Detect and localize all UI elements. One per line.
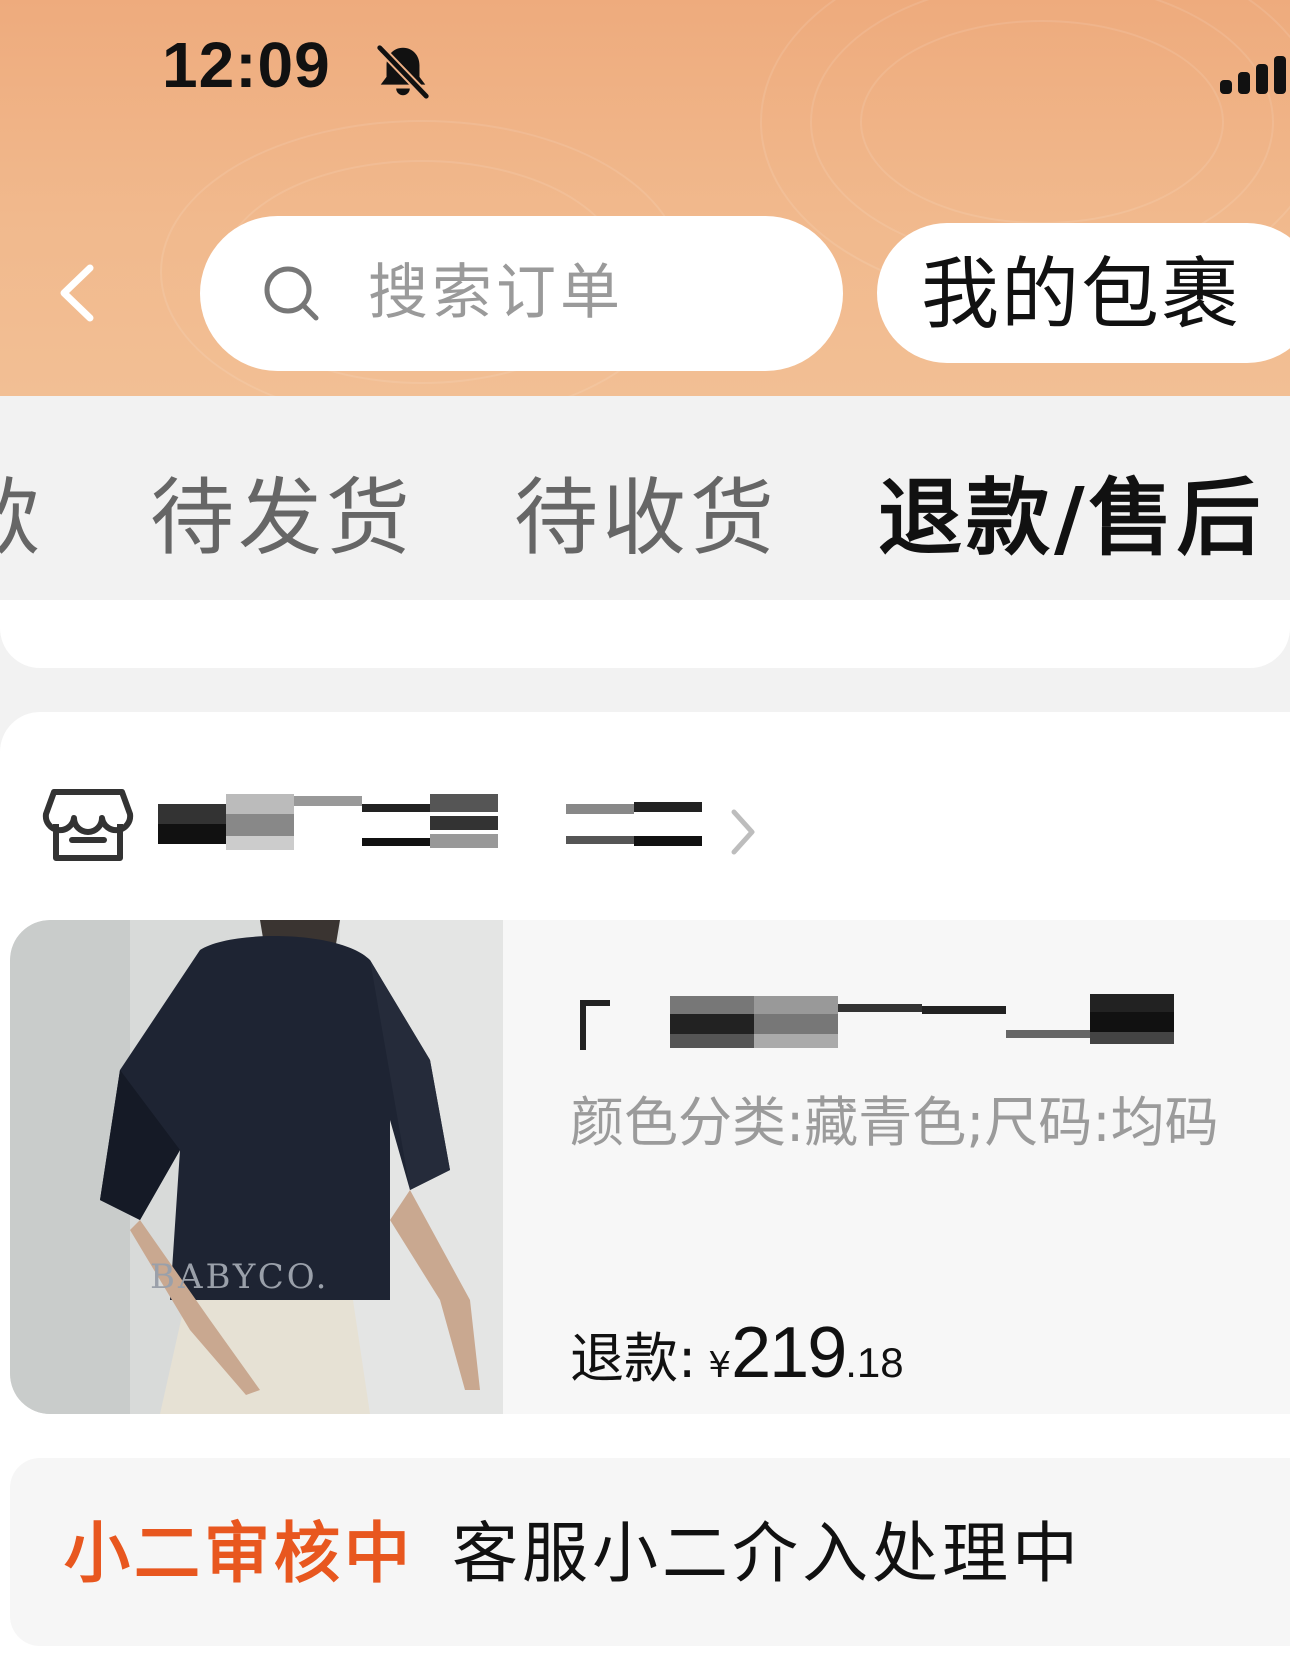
my-packages-button[interactable]: 我的包裹	[877, 223, 1290, 363]
redacted-block	[226, 836, 294, 850]
product-image[interactable]: BABYCO.	[10, 920, 503, 1414]
previous-order-card	[0, 600, 1290, 668]
my-packages-label: 我的包裹	[921, 250, 1242, 340]
redacted-block	[838, 1004, 922, 1012]
redacted-block	[430, 794, 498, 812]
product-image-watermark: BABYCO.	[150, 1257, 329, 1297]
bell-slash-icon	[375, 43, 431, 101]
tab-refund-after-sales[interactable]: 退款/售后	[878, 468, 1265, 568]
shop-name[interactable]	[158, 794, 703, 860]
redacted-block	[670, 1034, 754, 1048]
product-title[interactable]	[570, 990, 1270, 1060]
redacted-block	[226, 814, 294, 836]
redacted-block	[1090, 1032, 1174, 1044]
redacted-block	[294, 796, 362, 806]
search-input[interactable]: 搜索订单	[200, 216, 843, 371]
redacted-block	[362, 804, 430, 812]
search-icon	[264, 266, 319, 321]
status-time: 12:09	[162, 29, 331, 101]
product-item[interactable]: BABYCO. 颜色分类:藏青色;尺码:均码 退款: ¥219.18	[10, 920, 1290, 1414]
status-badge: 小二审核中	[64, 1515, 414, 1592]
redacted-block	[754, 1014, 838, 1034]
currency-symbol: ¥	[708, 1345, 732, 1386]
redacted-block	[158, 824, 226, 844]
redacted-block	[922, 1006, 1006, 1014]
tab-pending-payment[interactable]: 款	[0, 468, 44, 568]
shop-name-text	[158, 794, 159, 795]
redacted-block	[158, 804, 226, 824]
redacted-block	[1090, 1012, 1174, 1032]
product-title-text	[570, 990, 571, 991]
header-decor	[860, 20, 1224, 224]
header: 12:09 搜索订单 我的包裹	[0, 0, 1290, 396]
redacted-block	[580, 1000, 610, 1006]
redacted-block	[226, 794, 294, 814]
tab-to-ship[interactable]: 待发货	[150, 468, 414, 568]
tab-to-receive[interactable]: 待收货	[514, 468, 778, 568]
redacted-block	[580, 1000, 586, 1050]
redacted-block	[566, 836, 634, 844]
redacted-block	[754, 996, 838, 1014]
order-list-screen: 12:09 搜索订单 我的包裹 款 待发	[0, 0, 1290, 1665]
redacted-block	[634, 802, 702, 812]
redacted-block	[566, 804, 634, 814]
redacted-block	[430, 816, 498, 830]
product-spec: 颜色分类:藏青色;尺码:均码	[570, 1091, 1219, 1154]
redacted-block	[430, 834, 498, 848]
refund-amount-integer: 219	[731, 1313, 847, 1393]
chevron-right-icon[interactable]	[726, 802, 760, 862]
redacted-block	[670, 996, 754, 1014]
chevron-left-icon[interactable]	[52, 258, 102, 328]
status-description: 客服小二介入处理中	[452, 1515, 1082, 1592]
refund-status-bar[interactable]: 小二审核中 客服小二介入处理中	[10, 1458, 1290, 1646]
order-card: BABYCO. 颜色分类:藏青色;尺码:均码 退款: ¥219.18 小二审核中…	[0, 712, 1290, 1665]
store-icon	[42, 789, 134, 861]
redacted-block	[1006, 1030, 1090, 1038]
refund-label: 退款:	[570, 1327, 697, 1390]
order-status-tabs: 款 待发货 待收货 退款/售后	[0, 396, 1290, 632]
redacted-block	[754, 1034, 838, 1048]
redacted-block	[362, 838, 430, 846]
refund-amount-decimal: .18	[845, 1339, 904, 1386]
search-placeholder: 搜索订单	[368, 258, 624, 328]
redacted-block	[670, 1014, 754, 1034]
refund-amount: 退款: ¥219.18	[570, 1312, 904, 1394]
signal-bars-icon	[1220, 56, 1286, 94]
redacted-block	[634, 836, 702, 846]
redacted-block	[1090, 994, 1174, 1012]
